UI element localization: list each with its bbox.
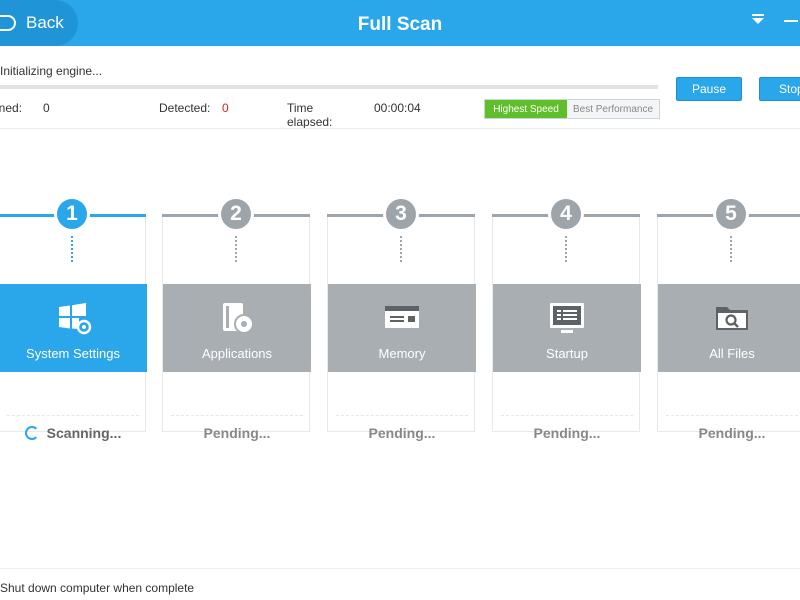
memory-icon — [385, 306, 419, 328]
scan-step-startup: Startup Pending... 4 — [492, 196, 642, 441]
scan-step-all-files: All Files Pending... 5 — [657, 196, 800, 441]
step-number-badge: 3 — [383, 196, 419, 232]
best-performance-option[interactable]: Best Performance — [567, 100, 659, 118]
detected-label: Detected: — [159, 101, 211, 115]
folder-search-icon — [716, 307, 748, 330]
step-label: System Settings — [26, 346, 120, 361]
speed-mode-toggle: Highest Speed Best Performance — [484, 99, 660, 119]
step-divider — [171, 415, 303, 416]
startup-icon — [550, 303, 584, 333]
step-dotted-connector — [400, 236, 402, 262]
header-divider — [0, 128, 800, 129]
scan-progress-bar — [0, 85, 658, 89]
step-number-badge: 2 — [218, 196, 254, 232]
step-divider — [336, 415, 468, 416]
scan-step-applications: Applications Pending... 2 — [162, 196, 312, 441]
step-label: Memory — [378, 346, 426, 361]
step-label: Applications — [201, 346, 273, 361]
stop-button[interactable]: Stop — [759, 77, 800, 101]
scanned-label: nned: — [0, 101, 23, 115]
step-card: System Settings Scanning... — [0, 214, 147, 441]
step-number-badge: 5 — [713, 196, 749, 232]
step-divider — [501, 415, 633, 416]
step-status: Pending... — [203, 425, 271, 441]
step-card: All Files Pending... — [657, 214, 800, 441]
step-number-badge: 4 — [548, 196, 584, 232]
step-divider — [7, 415, 139, 416]
status-message: Initializing engine... — [0, 64, 103, 78]
applications-icon — [223, 303, 254, 334]
scan-step-system-settings: System Settings Scanning... 1 — [0, 196, 148, 441]
footer-divider — [0, 568, 800, 569]
step-status: Scanning... — [0, 425, 147, 441]
step-number-badge: 1 — [54, 196, 90, 232]
loading-spinner-icon — [24, 426, 39, 440]
scan-step-memory: Memory Pending... 3 — [327, 196, 477, 441]
step-status: Pending... — [368, 425, 436, 441]
scanned-value: 0 — [43, 101, 50, 115]
highest-speed-option[interactable]: Highest Speed — [485, 100, 567, 118]
step-dotted-connector — [235, 236, 237, 262]
step-label: Startup — [546, 346, 588, 361]
time-elapsed-label: Time elapsed: — [287, 101, 333, 129]
step-dotted-connector — [565, 236, 567, 262]
minimize-icon[interactable] — [784, 20, 798, 22]
detected-value: 0 — [222, 101, 229, 115]
step-dotted-connector — [730, 236, 732, 262]
step-dotted-connector — [71, 236, 73, 262]
step-label: All Files — [709, 346, 755, 361]
title-bar: Back Full Scan — [0, 0, 800, 46]
full-scan-window: Back Full Scan Initializing engine... nn… — [0, 0, 800, 600]
step-status: Pending... — [533, 425, 601, 441]
window-title: Full Scan — [357, 14, 443, 35]
step-status-text: Scanning... — [46, 425, 122, 441]
menu-dropdown-icon[interactable] — [752, 14, 766, 28]
shutdown-label[interactable]: Shut down computer when complete — [0, 581, 194, 595]
step-divider — [666, 415, 798, 416]
step-status: Pending... — [698, 425, 766, 441]
time-elapsed-value: 00:00:04 — [374, 101, 421, 115]
windows-settings-icon — [59, 303, 92, 335]
pause-button[interactable]: Pause — [676, 77, 742, 101]
